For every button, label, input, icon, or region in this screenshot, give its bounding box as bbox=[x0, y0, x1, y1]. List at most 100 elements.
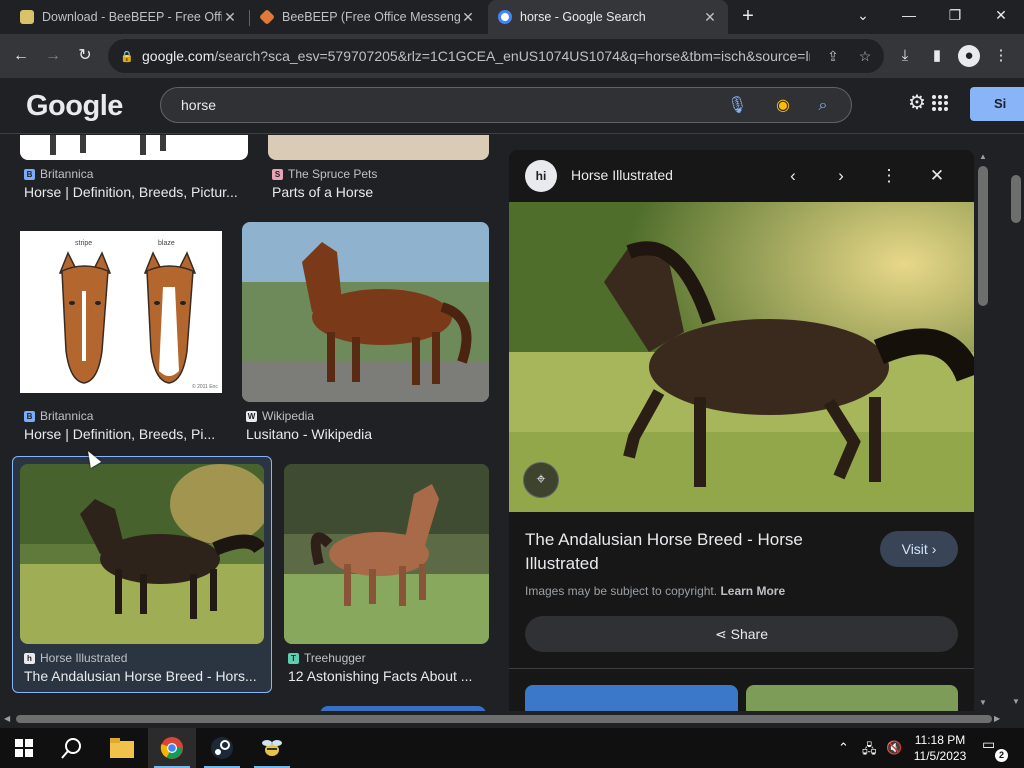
result-thumbnail-horse-face-markings[interactable]: stripe blaze © 2011 Enc bbox=[20, 231, 222, 393]
result-thumbnail-horse-britannica[interactable] bbox=[20, 135, 248, 160]
result-thumbnail-lusitano[interactable] bbox=[242, 222, 489, 402]
result-caption[interactable]: 12 Astonishing Facts About ... bbox=[288, 668, 489, 684]
search-icon[interactable]: ⌕ bbox=[813, 96, 833, 116]
address-bar[interactable]: 🔒 google.com/search?sca_esv=579707205&rl… bbox=[108, 39, 884, 73]
related-image-thumbnail[interactable] bbox=[525, 685, 738, 711]
result-caption[interactable]: Horse | Definition, Breeds, Pi... bbox=[24, 426, 222, 442]
share-button[interactable]: ⋖ Share bbox=[525, 616, 958, 652]
restore-icon[interactable]: ❐ bbox=[932, 0, 978, 32]
url-text[interactable]: google.com/search?sca_esv=579707205&rlz=… bbox=[142, 48, 810, 64]
search-box[interactable]: horse 🎙 ◉ ⌕ bbox=[160, 87, 852, 123]
next-chevron-icon[interactable]: › bbox=[829, 164, 853, 188]
browser-menu-icon[interactable]: ⋮ bbox=[990, 45, 1012, 67]
result-caption[interactable]: Parts of a Horse bbox=[272, 184, 489, 200]
tab-beebeep-download[interactable]: Download - BeeBEEP - Free Offic ✕ bbox=[10, 0, 248, 34]
profile-avatar-icon[interactable]: ● bbox=[958, 45, 980, 67]
windows-start-icon[interactable] bbox=[0, 728, 48, 768]
settings-gear-icon[interactable]: ⚙ bbox=[908, 92, 930, 114]
preview-site-name[interactable]: Horse Illustrated bbox=[571, 167, 673, 183]
scroll-left-icon[interactable]: ◀ bbox=[4, 714, 10, 723]
beebeep-diamond-favicon-icon bbox=[259, 9, 275, 25]
file-explorer-icon[interactable] bbox=[98, 728, 146, 768]
windows-taskbar: ⌃ 🖧 🔇 11:18 PM 11/5/2023 ▭ 2 bbox=[0, 728, 1024, 768]
search-input[interactable]: horse bbox=[181, 97, 216, 113]
browser-toolbar: ← → ↻ 🔒 google.com/search?sca_esv=579707… bbox=[0, 34, 1024, 78]
lens-camera-icon[interactable]: ◉ bbox=[773, 96, 793, 116]
scrollbar-thumb[interactable] bbox=[1011, 175, 1021, 223]
result-source[interactable]: B Britannica bbox=[24, 409, 93, 423]
britannica-favicon-icon: B bbox=[24, 168, 35, 180]
close-tab-icon[interactable]: ✕ bbox=[222, 9, 238, 25]
diagram-label-stripe: stripe bbox=[75, 240, 92, 247]
more-options-icon[interactable]: ⋮ bbox=[877, 164, 901, 188]
page-vertical-scrollbar[interactable]: ▼ bbox=[1008, 135, 1024, 711]
minimize-icon[interactable]: — bbox=[886, 0, 932, 32]
scrollbar-thumb[interactable] bbox=[978, 166, 988, 306]
forward-arrow-icon[interactable]: → bbox=[40, 43, 66, 69]
image-preview-panel: hi Horse Illustrated ‹ › ⋮ ✕ ⌖ The Andal… bbox=[509, 150, 974, 711]
result-caption[interactable]: Lusitano - Wikipedia bbox=[246, 426, 489, 442]
result-caption[interactable]: Horse | Definition, Breeds, Pictur... bbox=[24, 184, 248, 200]
bookmark-star-icon[interactable]: ☆ bbox=[856, 47, 874, 65]
result-source[interactable]: S The Spruce Pets bbox=[272, 167, 377, 181]
steam-taskbar-icon[interactable] bbox=[198, 728, 246, 768]
diagram-copyright: © 2011 Enc bbox=[192, 383, 218, 390]
scroll-up-icon[interactable]: ▲ bbox=[979, 152, 987, 161]
scroll-down-icon[interactable]: ▼ bbox=[1012, 697, 1020, 706]
back-arrow-icon[interactable]: ← bbox=[8, 43, 34, 69]
new-tab-plus-icon[interactable]: + bbox=[736, 5, 760, 29]
tab-beebeep-site[interactable]: BeeBEEP (Free Office Messenger ✕ bbox=[250, 0, 486, 34]
system-clock[interactable]: 11:18 PM 11/5/2023 bbox=[910, 732, 970, 764]
preview-scrollbar[interactable]: ▲ ▼ bbox=[975, 150, 991, 711]
learn-more-link[interactable]: Learn More bbox=[720, 584, 785, 598]
google-apps-grid-icon[interactable] bbox=[932, 95, 948, 111]
network-icon[interactable]: 🖧 bbox=[862, 740, 877, 762]
close-tab-icon[interactable]: ✕ bbox=[702, 9, 718, 25]
scrollbar-thumb[interactable] bbox=[16, 715, 992, 723]
reload-icon[interactable]: ↻ bbox=[72, 43, 98, 69]
preview-image[interactable] bbox=[509, 202, 974, 512]
result-source[interactable]: T Treehugger bbox=[288, 651, 366, 665]
download-icon[interactable]: ⤓ bbox=[894, 45, 916, 67]
tab-horse-search[interactable]: horse - Google Search ✕ bbox=[488, 0, 728, 34]
voice-search-mic-icon[interactable]: 🎙 bbox=[727, 96, 747, 116]
share-page-icon[interactable]: ⇪ bbox=[824, 47, 842, 65]
tab-search-chevron-icon[interactable]: ⌄ bbox=[840, 0, 886, 32]
result-thumbnail-andalusian[interactable] bbox=[20, 464, 264, 644]
sign-in-button[interactable]: Si bbox=[970, 87, 1024, 121]
site-logo[interactable]: hi bbox=[525, 160, 557, 192]
scroll-right-icon[interactable]: ▶ bbox=[994, 714, 1000, 723]
taskbar-search-icon[interactable] bbox=[48, 728, 96, 768]
lens-search-icon[interactable]: ⌖ bbox=[523, 462, 559, 498]
chrome-taskbar-icon[interactable] bbox=[148, 728, 196, 768]
volume-muted-icon[interactable]: 🔇 bbox=[886, 740, 902, 756]
visit-button[interactable]: Visit › bbox=[880, 531, 958, 567]
result-caption[interactable]: The Andalusian Horse Breed - Hors... bbox=[24, 668, 264, 684]
result-source[interactable]: h Horse Illustrated bbox=[24, 651, 127, 665]
result-source[interactable]: W Wikipedia bbox=[246, 409, 314, 423]
andalusian-horse-large-image bbox=[509, 202, 974, 512]
preview-title[interactable]: The Andalusian Horse Breed - Horse Illus… bbox=[525, 528, 855, 576]
andalusian-horse-image bbox=[20, 464, 264, 644]
wikipedia-favicon-icon: W bbox=[246, 410, 257, 422]
page-horizontal-scrollbar[interactable]: ◀ ▶ bbox=[0, 711, 1008, 727]
diagram-label-blaze: blaze bbox=[158, 240, 175, 247]
result-thumbnail-spruce-pets[interactable] bbox=[268, 135, 489, 160]
close-tab-icon[interactable]: ✕ bbox=[460, 9, 476, 25]
close-window-icon[interactable]: ✕ bbox=[978, 0, 1024, 32]
notification-center-icon[interactable]: ▭ 2 bbox=[982, 736, 1008, 762]
beebeep-taskbar-icon[interactable] bbox=[248, 728, 296, 768]
show-hidden-icons-chevron-icon[interactable]: ⌃ bbox=[838, 740, 849, 756]
bee-favicon-icon bbox=[20, 10, 34, 24]
scroll-down-icon[interactable]: ▼ bbox=[979, 698, 987, 707]
divider bbox=[509, 668, 974, 669]
result-thumbnail-treehugger[interactable] bbox=[284, 464, 489, 644]
side-panel-icon[interactable]: ▮ bbox=[926, 45, 948, 67]
google-logo[interactable]: Google bbox=[26, 90, 123, 123]
close-preview-icon[interactable]: ✕ bbox=[925, 164, 949, 188]
related-image-thumbnail[interactable] bbox=[746, 685, 958, 711]
horse-face-markings-diagram: stripe blaze © 2011 Enc bbox=[58, 240, 218, 390]
result-source[interactable]: B Britannica bbox=[24, 167, 93, 181]
previous-chevron-icon[interactable]: ‹ bbox=[781, 164, 805, 188]
lusitano-horse-image bbox=[242, 222, 489, 402]
